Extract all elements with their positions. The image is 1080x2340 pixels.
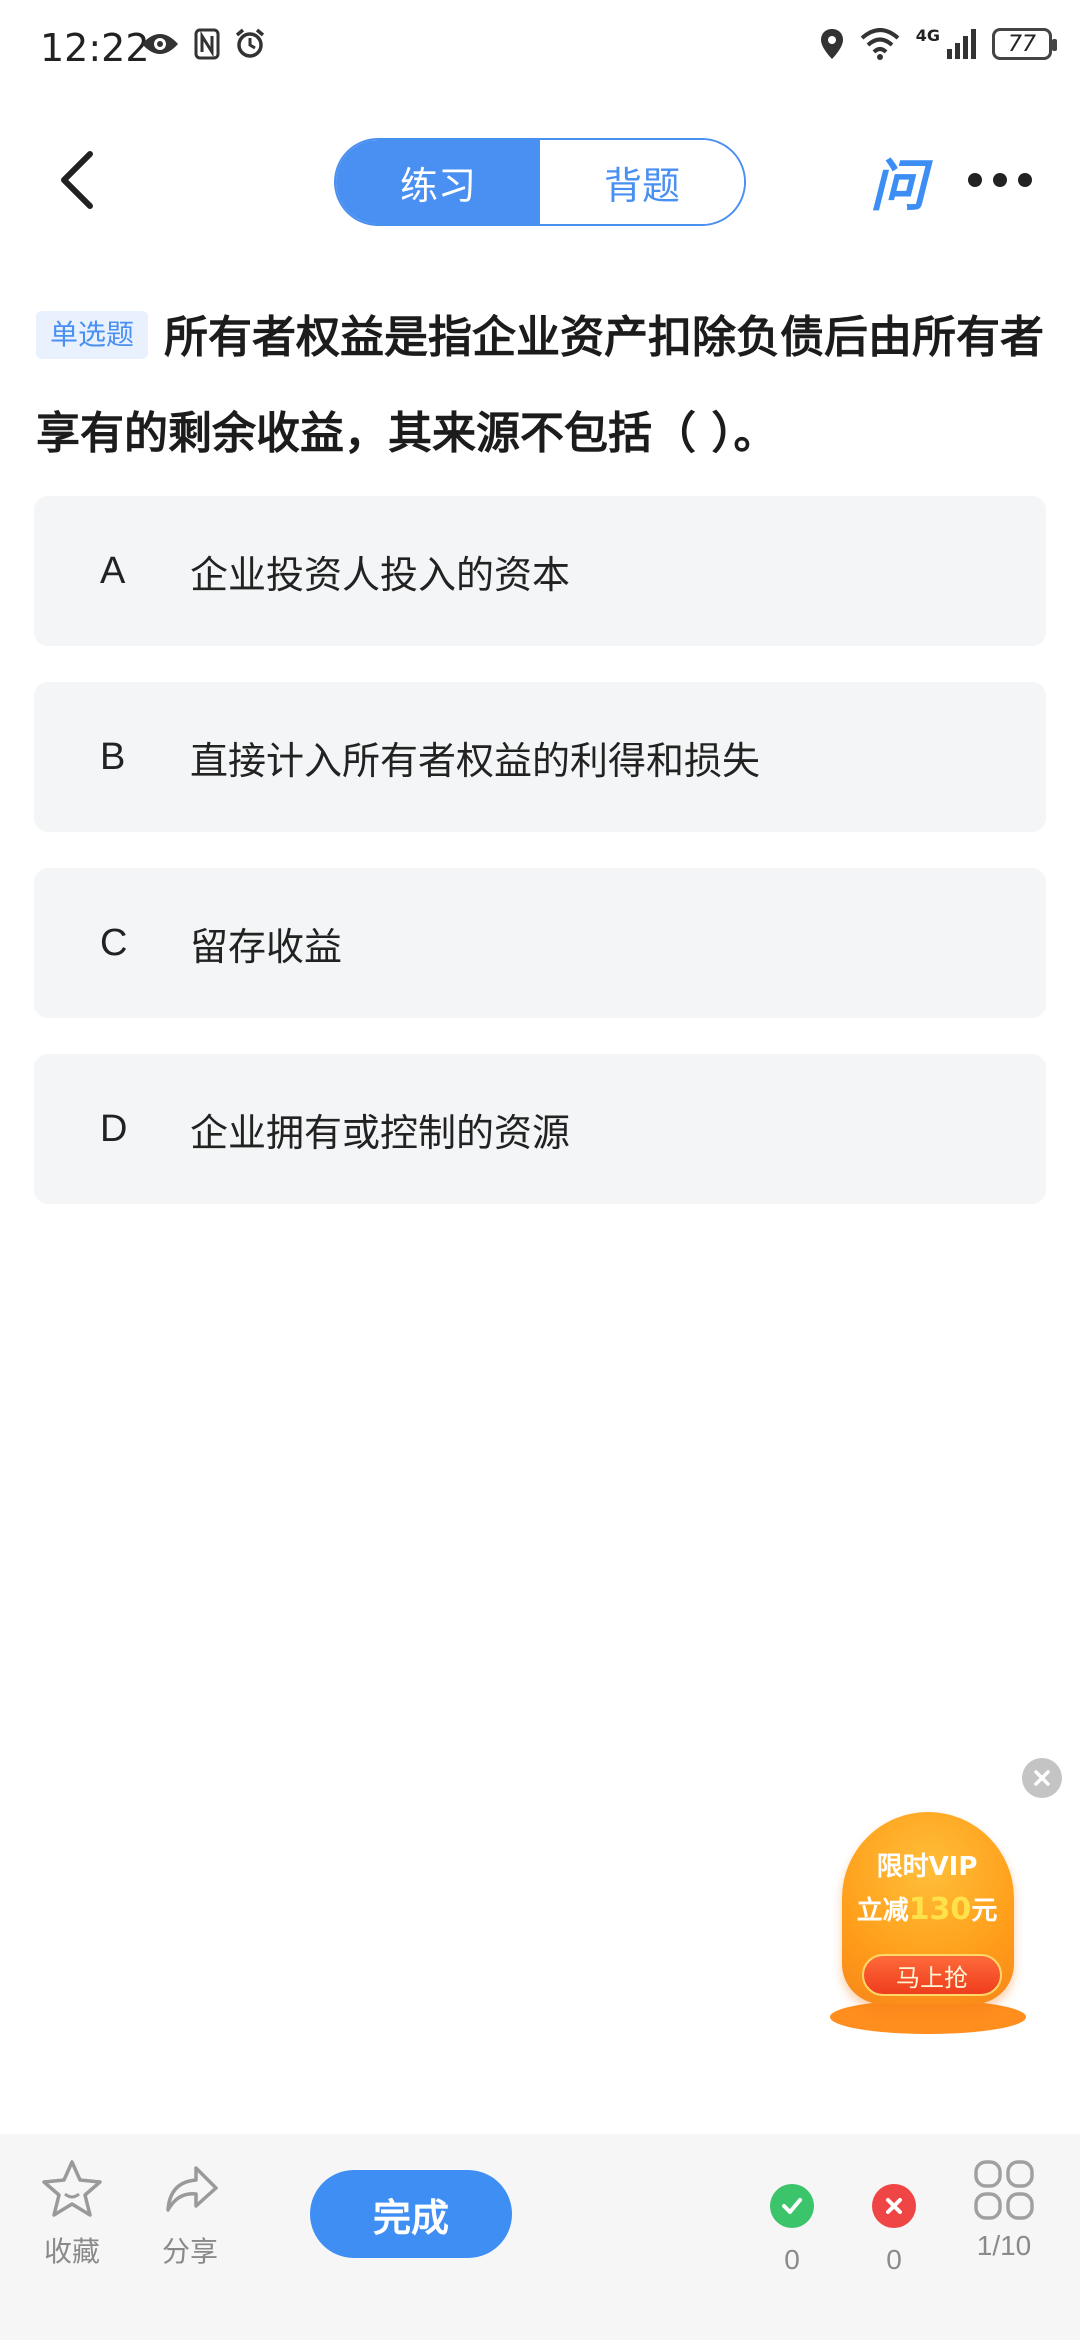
ask-logo-button[interactable]: 问 [866, 148, 930, 219]
wrong-count: 0 [886, 2244, 902, 2275]
favorite-label: 收藏 [43, 2235, 100, 2268]
signal-icon [947, 29, 976, 59]
question-type-badge: 单选题 [36, 311, 149, 359]
more-button[interactable] [968, 160, 1032, 200]
share-button[interactable]: 分享 [160, 2158, 220, 2270]
promo-grab-button[interactable]: 马上抢 [862, 1954, 1002, 1996]
more-dot-icon [968, 173, 982, 187]
star-icon [42, 2160, 102, 2217]
status-left-icons [140, 28, 266, 60]
promo-title: 限时VIP [876, 1852, 978, 1882]
promo-discount-amount: 130 [908, 1892, 972, 1927]
wrong-counter[interactable]: 0 [872, 2184, 916, 2276]
status-bar: 12:22 4G 77 [0, 0, 1080, 100]
wifi-icon [860, 28, 900, 60]
more-dot-icon [993, 173, 1007, 187]
option-key: C [100, 921, 128, 964]
promo-discount: 立减130元 [822, 1890, 1032, 1927]
question-block: 单选题 所有者权益是指企业资产扣除负债后由所有者享有的剩余收益，其来源不包括（ ）… [36, 290, 1046, 482]
mode-switch: 练习 背题 [334, 138, 746, 226]
option-d[interactable]: D 企业拥有或控制的资源 [34, 1054, 1046, 1204]
tab-practice[interactable]: 练习 [336, 140, 540, 224]
correct-count: 0 [784, 2244, 800, 2275]
option-key: B [100, 735, 126, 778]
nfc-icon [194, 28, 220, 60]
back-button[interactable] [40, 144, 112, 216]
share-label: 分享 [161, 2235, 218, 2268]
option-text: 直接计入所有者权益的利得和损失 [190, 738, 761, 783]
question-progress: 1/10 [976, 2230, 1032, 2261]
promo-close-button[interactable] [1022, 1758, 1062, 1798]
correct-counter[interactable]: 0 [770, 2184, 814, 2276]
location-icon [820, 29, 843, 59]
option-text: 留存收益 [190, 924, 343, 969]
promo-base [830, 2000, 1026, 2034]
status-right-icons: 4G 77 [820, 25, 1057, 60]
question-grid-button[interactable]: 1/10 [972, 2158, 1036, 2262]
close-icon [1034, 1770, 1050, 1786]
favorite-button[interactable]: 收藏 [40, 2158, 104, 2270]
battery-indicator: 77 [992, 28, 1057, 60]
grid-icon [974, 2160, 1034, 2220]
option-text: 企业拥有或控制的资源 [190, 1110, 571, 1155]
vip-promo-badge[interactable]: 限时VIP 立减130元 马上抢 [822, 1808, 1032, 2034]
bottom-bar: 收藏 分享 完成 0 0 1/10 [0, 2134, 1080, 2340]
check-icon [770, 2184, 814, 2228]
option-a[interactable]: A 企业投资人投入的资本 [34, 496, 1046, 646]
option-b[interactable]: B 直接计入所有者权益的利得和损失 [34, 682, 1046, 832]
more-dot-icon [1018, 173, 1032, 187]
share-icon [166, 2166, 218, 2212]
status-time: 12:22 [40, 26, 150, 70]
option-text: 企业投资人投入的资本 [190, 552, 571, 597]
tab-recite[interactable]: 背题 [540, 140, 744, 224]
done-button[interactable]: 完成 [310, 2170, 512, 2258]
eye-icon [142, 34, 178, 54]
option-list: A 企业投资人投入的资本 B 直接计入所有者权益的利得和损失 C 留存收益 D … [34, 496, 1046, 1240]
chevron-left-icon [61, 151, 93, 209]
alarm-icon [235, 28, 265, 58]
cross-icon [872, 2184, 916, 2228]
option-key: A [100, 549, 126, 592]
network-type: 4G [915, 25, 940, 45]
option-key: D [100, 1107, 128, 1150]
option-c[interactable]: C 留存收益 [34, 868, 1046, 1018]
promo-discount-suffix: 元 [971, 1896, 998, 1926]
header: 练习 背题 问 [0, 120, 1080, 240]
question-text: 所有者权益是指企业资产扣除负债后由所有者享有的剩余收益，其来源不包括（ ）。 [36, 312, 1045, 459]
promo-discount-prefix: 立减 [856, 1896, 909, 1926]
